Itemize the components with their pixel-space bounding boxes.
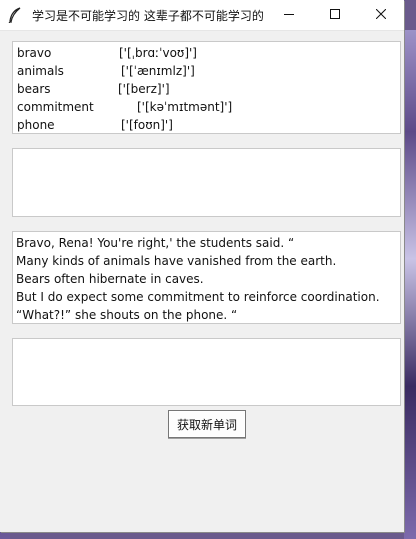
vocab-phonetic: ['[kəˈmɪtmənt]'] bbox=[137, 100, 233, 114]
vocab-row: commitment ['[kəˈmɪtmənt]'] bbox=[15, 98, 398, 116]
vocab-word: commitment bbox=[17, 100, 94, 114]
vocab-word: animals bbox=[17, 64, 64, 78]
minimize-button[interactable] bbox=[266, 0, 312, 30]
notes-input[interactable] bbox=[12, 338, 401, 406]
close-icon bbox=[375, 8, 387, 22]
sentence-line: Many kinds of animals have vanished from… bbox=[16, 254, 337, 268]
vocab-phonetic: ['[ˈænɪmlz]'] bbox=[121, 64, 195, 78]
window-title: 学习是不可能学习的 这辈子都不可能学习的 bbox=[32, 8, 264, 23]
example-sentences[interactable]: Bravo, Rena! You're right,' the students… bbox=[12, 231, 401, 324]
feather-icon bbox=[0, 0, 30, 30]
maximize-icon bbox=[330, 8, 340, 22]
vocab-phonetic: ['[berz]'] bbox=[118, 82, 170, 96]
vocab-word: bears bbox=[17, 82, 51, 96]
vocab-row: animals ['[ˈænɪmlz]'] bbox=[15, 62, 398, 80]
vocab-word: phone bbox=[17, 118, 55, 132]
sentence-line: But I do expect some commitment to reinf… bbox=[16, 290, 380, 304]
vocab-row: bravo ['[ˌbrɑːˈvoʊ]'] bbox=[15, 44, 398, 62]
vocab-word: bravo bbox=[17, 46, 52, 60]
vocab-phonetic: ['[ˌbrɑːˈvoʊ]'] bbox=[119, 46, 197, 60]
vocab-row: bears ['[berz]'] bbox=[15, 80, 398, 98]
vocab-row: phone ['[foʊn]'] bbox=[15, 116, 398, 134]
app-window: 学习是不可能学习的 这辈子都不可能学习的 bravo ['[ˌbrɑːˈvoʊ]… bbox=[0, 0, 404, 532]
answer-input[interactable] bbox=[12, 148, 401, 217]
vocab-phonetic: ['[foʊn]'] bbox=[121, 118, 173, 132]
desktop-background-right bbox=[404, 30, 416, 539]
close-button[interactable] bbox=[358, 0, 404, 30]
maximize-button[interactable] bbox=[312, 0, 358, 30]
sentence-line: Bears often hibernate in caves. bbox=[16, 272, 204, 286]
sentence-line: Bravo, Rena! You're right,' the students… bbox=[16, 236, 295, 250]
minimize-icon bbox=[284, 8, 294, 22]
vocab-list[interactable]: bravo ['[ˌbrɑːˈvoʊ]'] animals ['[ˈænɪmlz… bbox=[12, 41, 401, 134]
get-new-words-button[interactable]: 获取新单词 bbox=[168, 410, 246, 438]
title-bar[interactable]: 学习是不可能学习的 这辈子都不可能学习的 bbox=[0, 0, 404, 31]
sentence-line: “What?!” she shouts on the phone. “ bbox=[16, 308, 238, 322]
